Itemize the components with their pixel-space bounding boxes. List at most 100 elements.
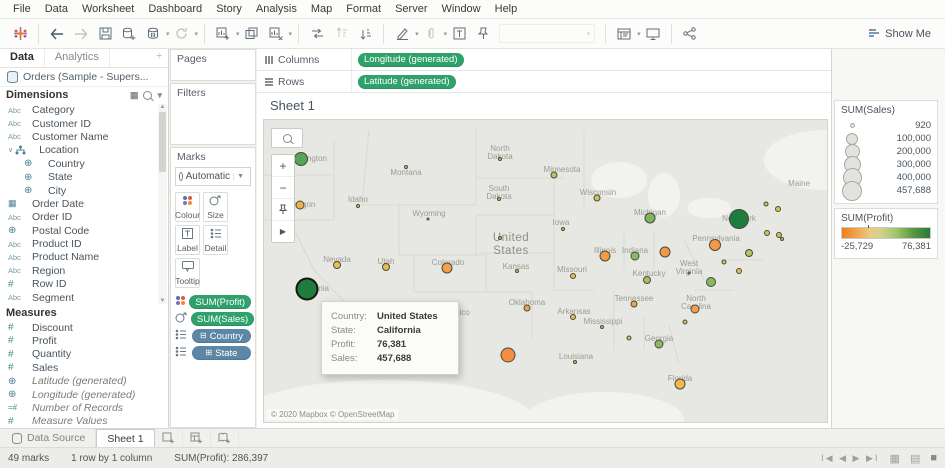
scroll-thumb[interactable] [159, 112, 166, 172]
menu-item-format[interactable]: Format [339, 3, 388, 15]
field-customer-id[interactable]: AbcCustomer ID [0, 117, 168, 130]
toolbar-duplicate-sheet[interactable] [242, 23, 262, 45]
toolbar-share-workbook[interactable] [680, 23, 700, 45]
chevron-down-icon[interactable]: ▾ [637, 30, 641, 38]
field-sales[interactable]: #Sales [0, 361, 168, 374]
map-mark-south-carolina[interactable] [683, 320, 688, 325]
chevron-down-icon[interactable]: ▾ [195, 30, 199, 38]
chevron-down-icon[interactable]: ▾ [166, 30, 170, 38]
map-mark-delaware[interactable] [736, 268, 742, 274]
marks-button-detail[interactable]: Detail [203, 225, 228, 255]
expand-box-icon[interactable]: ⊞ [206, 349, 213, 357]
zoom-in-button[interactable]: + [272, 155, 294, 177]
show-sheet-icon[interactable]: ■ [930, 452, 937, 464]
marks-button-size[interactable]: Size [203, 192, 228, 222]
map-mark-georgia[interactable] [655, 340, 664, 349]
field-latitude-generated-[interactable]: ⊕Latitude (generated) [0, 374, 168, 387]
field-customer-name[interactable]: AbcCustomer Name [0, 130, 168, 143]
map-mark-rhode-island[interactable] [780, 237, 784, 241]
datasource-item[interactable]: Orders (Sample - Supers... [0, 68, 168, 87]
toolbar-back[interactable] [47, 23, 67, 45]
map-mark-kentucky[interactable] [643, 276, 651, 284]
sheet-tab-data-source[interactable]: Data Source [2, 429, 96, 447]
toolbar-pause-auto-updates[interactable] [143, 23, 163, 45]
toolbar-show-hide-cards[interactable] [614, 23, 634, 45]
map-mark-indiana[interactable] [631, 252, 640, 261]
filters-shelf[interactable]: Filters [170, 83, 256, 145]
toolbar-clear-sheet[interactable] [266, 23, 286, 45]
toolbar-show-mark-labels[interactable] [449, 23, 469, 45]
map-mark-south-dakota[interactable] [497, 197, 501, 201]
field-location[interactable]: ∨Location [0, 144, 168, 157]
field-product-name[interactable]: AbcProduct Name [0, 251, 168, 264]
menu-item-map[interactable]: Map [304, 3, 339, 15]
map-mark-alabama[interactable] [627, 336, 632, 341]
field-country[interactable]: ⊕Country [0, 157, 168, 170]
map-search-control[interactable] [271, 128, 303, 148]
menu-item-data[interactable]: Data [38, 3, 75, 15]
field-segment[interactable]: AbcSegment [0, 291, 168, 304]
menu-item-dashboard[interactable]: Dashboard [141, 3, 209, 15]
map-mark-missouri[interactable] [570, 273, 576, 279]
map-mark-washington[interactable] [294, 152, 308, 166]
map-mark-maryland[interactable] [722, 260, 727, 265]
map-mark-texas[interactable] [501, 348, 516, 363]
new-dashboard-tab-button[interactable] [183, 429, 211, 447]
scroll-down-icon[interactable]: ▼ [160, 298, 166, 304]
dimensions-scrollbar[interactable]: ▲▼ [158, 104, 167, 305]
map-mark-new-jersey[interactable] [745, 249, 753, 257]
field-city[interactable]: ⊕City [0, 184, 168, 197]
map-mark-idaho[interactable] [356, 204, 360, 208]
chevron-down-icon[interactable]: ▾ [444, 30, 448, 38]
field-longitude-generated-[interactable]: ⊕Longitude (generated) [0, 388, 168, 401]
map-mark-vermont[interactable] [764, 202, 769, 207]
collapse-box-icon[interactable]: ⊟ [200, 332, 207, 340]
map-tools-expand-button[interactable]: ▶ [272, 221, 294, 242]
map-mark-colorado[interactable] [442, 263, 453, 274]
menu-item-window[interactable]: Window [435, 3, 488, 15]
field-discount[interactable]: #Discount [0, 321, 168, 334]
map-view[interactable]: + − ▶ MontanaNorth DakotaSouth DakotaIda… [263, 119, 828, 423]
map-mark-new-hampshire[interactable] [775, 206, 781, 212]
map-mark-ohio[interactable] [660, 247, 671, 258]
pill-sum-profit-[interactable]: SUM(Profit) [189, 295, 251, 309]
map-mark-massachusetts[interactable] [764, 230, 770, 236]
menu-item-analysis[interactable]: Analysis [249, 3, 304, 15]
rows-shelf[interactable]: Rows Latitude (generated) [257, 71, 831, 93]
view-as-icon[interactable]: ▦ [130, 90, 139, 101]
field-region[interactable]: AbcRegion [0, 264, 168, 277]
map-mark-nevada[interactable] [333, 261, 341, 269]
map-mark-tennessee[interactable] [631, 301, 638, 308]
show-me-button[interactable]: Show Me [868, 28, 937, 40]
chevron-down-icon[interactable]: ▾ [415, 30, 419, 38]
map-mark-utah[interactable] [382, 263, 390, 271]
menu-item-server[interactable]: Server [388, 3, 434, 15]
map-mark-oklahoma[interactable] [524, 305, 531, 312]
field-postal-code[interactable]: ⊕Postal Code [0, 224, 168, 237]
map-mark-iowa[interactable] [561, 227, 565, 231]
map-mark-new-york[interactable] [729, 209, 749, 229]
map-mark-oregon[interactable] [296, 201, 305, 210]
tab-data[interactable]: Data [0, 49, 45, 67]
show-tabs-icon[interactable]: ▦ [890, 452, 900, 465]
toolbar-highlight[interactable] [392, 23, 412, 45]
marks-button-colour[interactable]: Colour [175, 192, 200, 222]
find-field-icon[interactable] [143, 91, 152, 100]
toolbar-tableau-logo[interactable] [10, 23, 30, 45]
menu-item-help[interactable]: Help [488, 3, 525, 15]
pane-menu-icon[interactable]: ▾ [157, 90, 162, 101]
new-story-tab-button[interactable] [211, 429, 239, 447]
map-mark-louisiana[interactable] [573, 360, 577, 364]
map-mark-michigan[interactable] [645, 213, 656, 224]
menu-item-file[interactable]: File [6, 3, 38, 15]
toolbar-new-worksheet[interactable] [213, 23, 233, 45]
mark-type-dropdown[interactable]: Automatic ▼ [175, 167, 251, 186]
map-mark-california[interactable] [296, 278, 319, 301]
toolbar-presentation-mode[interactable] [643, 23, 663, 45]
new-worksheet-tab-button[interactable] [155, 429, 183, 447]
pages-shelf[interactable]: Pages [170, 49, 256, 81]
profit-color-legend[interactable]: SUM(Profit) -25,729 76,381 [834, 208, 938, 259]
sheet-tab-sheet-1[interactable]: Sheet 1 [96, 429, 154, 447]
menu-item-worksheet[interactable]: Worksheet [75, 3, 141, 15]
field-product-id[interactable]: AbcProduct ID [0, 237, 168, 250]
